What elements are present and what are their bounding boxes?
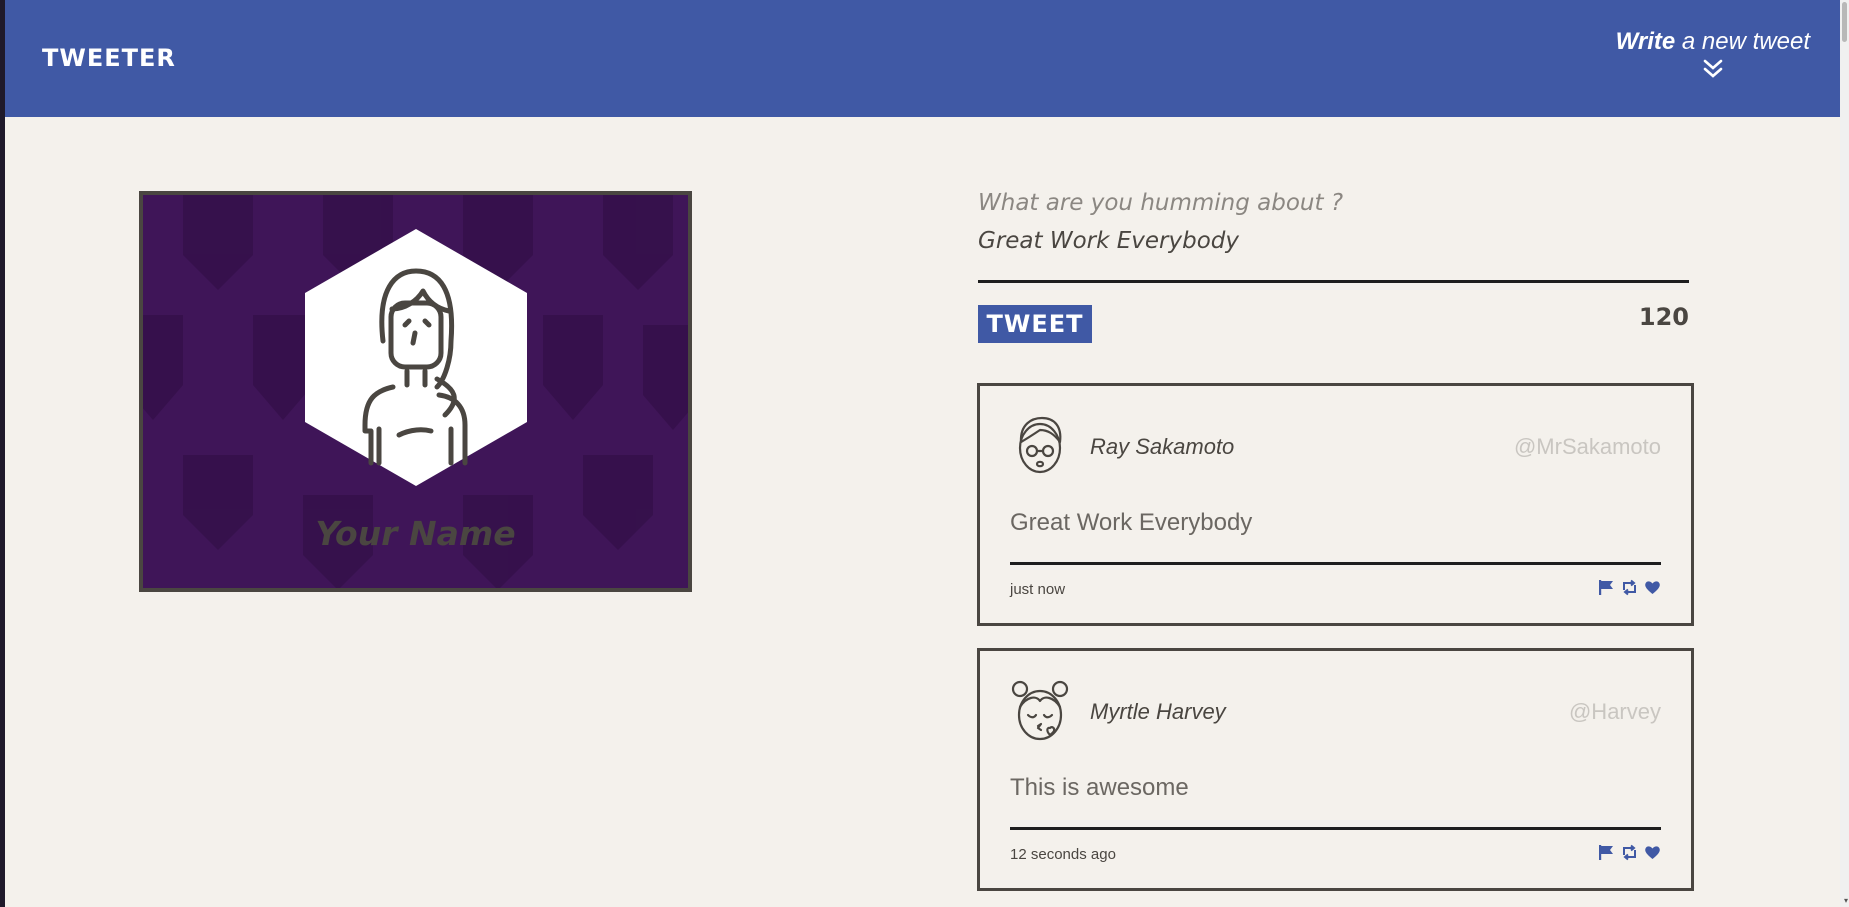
tweet-author-handle[interactable]: @MrSakamoto xyxy=(1514,434,1661,460)
heart-icon[interactable] xyxy=(1644,844,1661,861)
tweet-input[interactable]: Great Work Everybody xyxy=(978,228,1689,254)
retweet-icon[interactable] xyxy=(1621,579,1638,596)
write-new-tweet-label: Write a new tweet xyxy=(1616,28,1810,56)
tweet-timestamp: just now xyxy=(1010,581,1066,598)
tweet-author-handle[interactable]: @Harvey xyxy=(1569,699,1661,725)
scroll-down-arrow-icon[interactable]: ▾ xyxy=(1844,896,1848,905)
man-with-glasses-avatar-icon xyxy=(1018,416,1062,474)
heart-icon[interactable] xyxy=(1644,579,1661,596)
woman-avatar-icon xyxy=(362,268,468,466)
write-new-tweet-toggle[interactable]: Write a new tweet xyxy=(1616,28,1810,80)
profile-avatar-hexagon xyxy=(305,229,527,486)
top-navbar: TWEETER Write a new tweet xyxy=(5,0,1840,117)
profile-card: Your Name xyxy=(139,191,692,592)
retweet-icon[interactable] xyxy=(1621,844,1638,861)
profile-name: Your Name xyxy=(315,514,516,553)
composer-prompt: What are you humming about ? xyxy=(978,190,1344,216)
write-label-bold: Write xyxy=(1615,28,1676,55)
tweet-card: Ray Sakamoto @MrSakamoto Great Work Ever… xyxy=(977,383,1694,626)
window-edge xyxy=(0,0,5,907)
brand-logo[interactable]: TWEETER xyxy=(42,44,176,72)
tweet-card: Myrtle Harvey @Harvey This is awesome 12… xyxy=(977,648,1694,891)
double-chevron-down-icon xyxy=(1703,59,1723,78)
flag-icon[interactable] xyxy=(1598,844,1615,861)
tweet-timestamp: 12 seconds ago xyxy=(1010,846,1116,863)
tweet-author-name[interactable]: Myrtle Harvey xyxy=(1090,699,1226,725)
composer-divider xyxy=(978,280,1689,283)
tweet-divider xyxy=(1010,562,1661,565)
page-scrollbar[interactable]: ▾ xyxy=(1840,0,1849,907)
tweet-actions xyxy=(1598,579,1661,596)
scrollbar-thumb[interactable] xyxy=(1842,2,1847,42)
character-counter: 120 xyxy=(1638,303,1689,331)
tweet-button[interactable]: TWEET xyxy=(978,305,1092,343)
tweet-divider xyxy=(1010,827,1661,830)
tweet-composer: What are you humming about ? Great Work … xyxy=(978,190,1689,343)
tweet-author-name[interactable]: Ray Sakamoto xyxy=(1090,434,1234,460)
write-label-rest: a new tweet xyxy=(1675,28,1810,55)
tweet-text: This is awesome xyxy=(1010,774,1189,801)
tweet-actions xyxy=(1598,844,1661,861)
girl-kiss-avatar-icon xyxy=(1011,680,1069,741)
tweet-text: Great Work Everybody xyxy=(1010,509,1253,536)
flag-icon[interactable] xyxy=(1598,579,1615,596)
